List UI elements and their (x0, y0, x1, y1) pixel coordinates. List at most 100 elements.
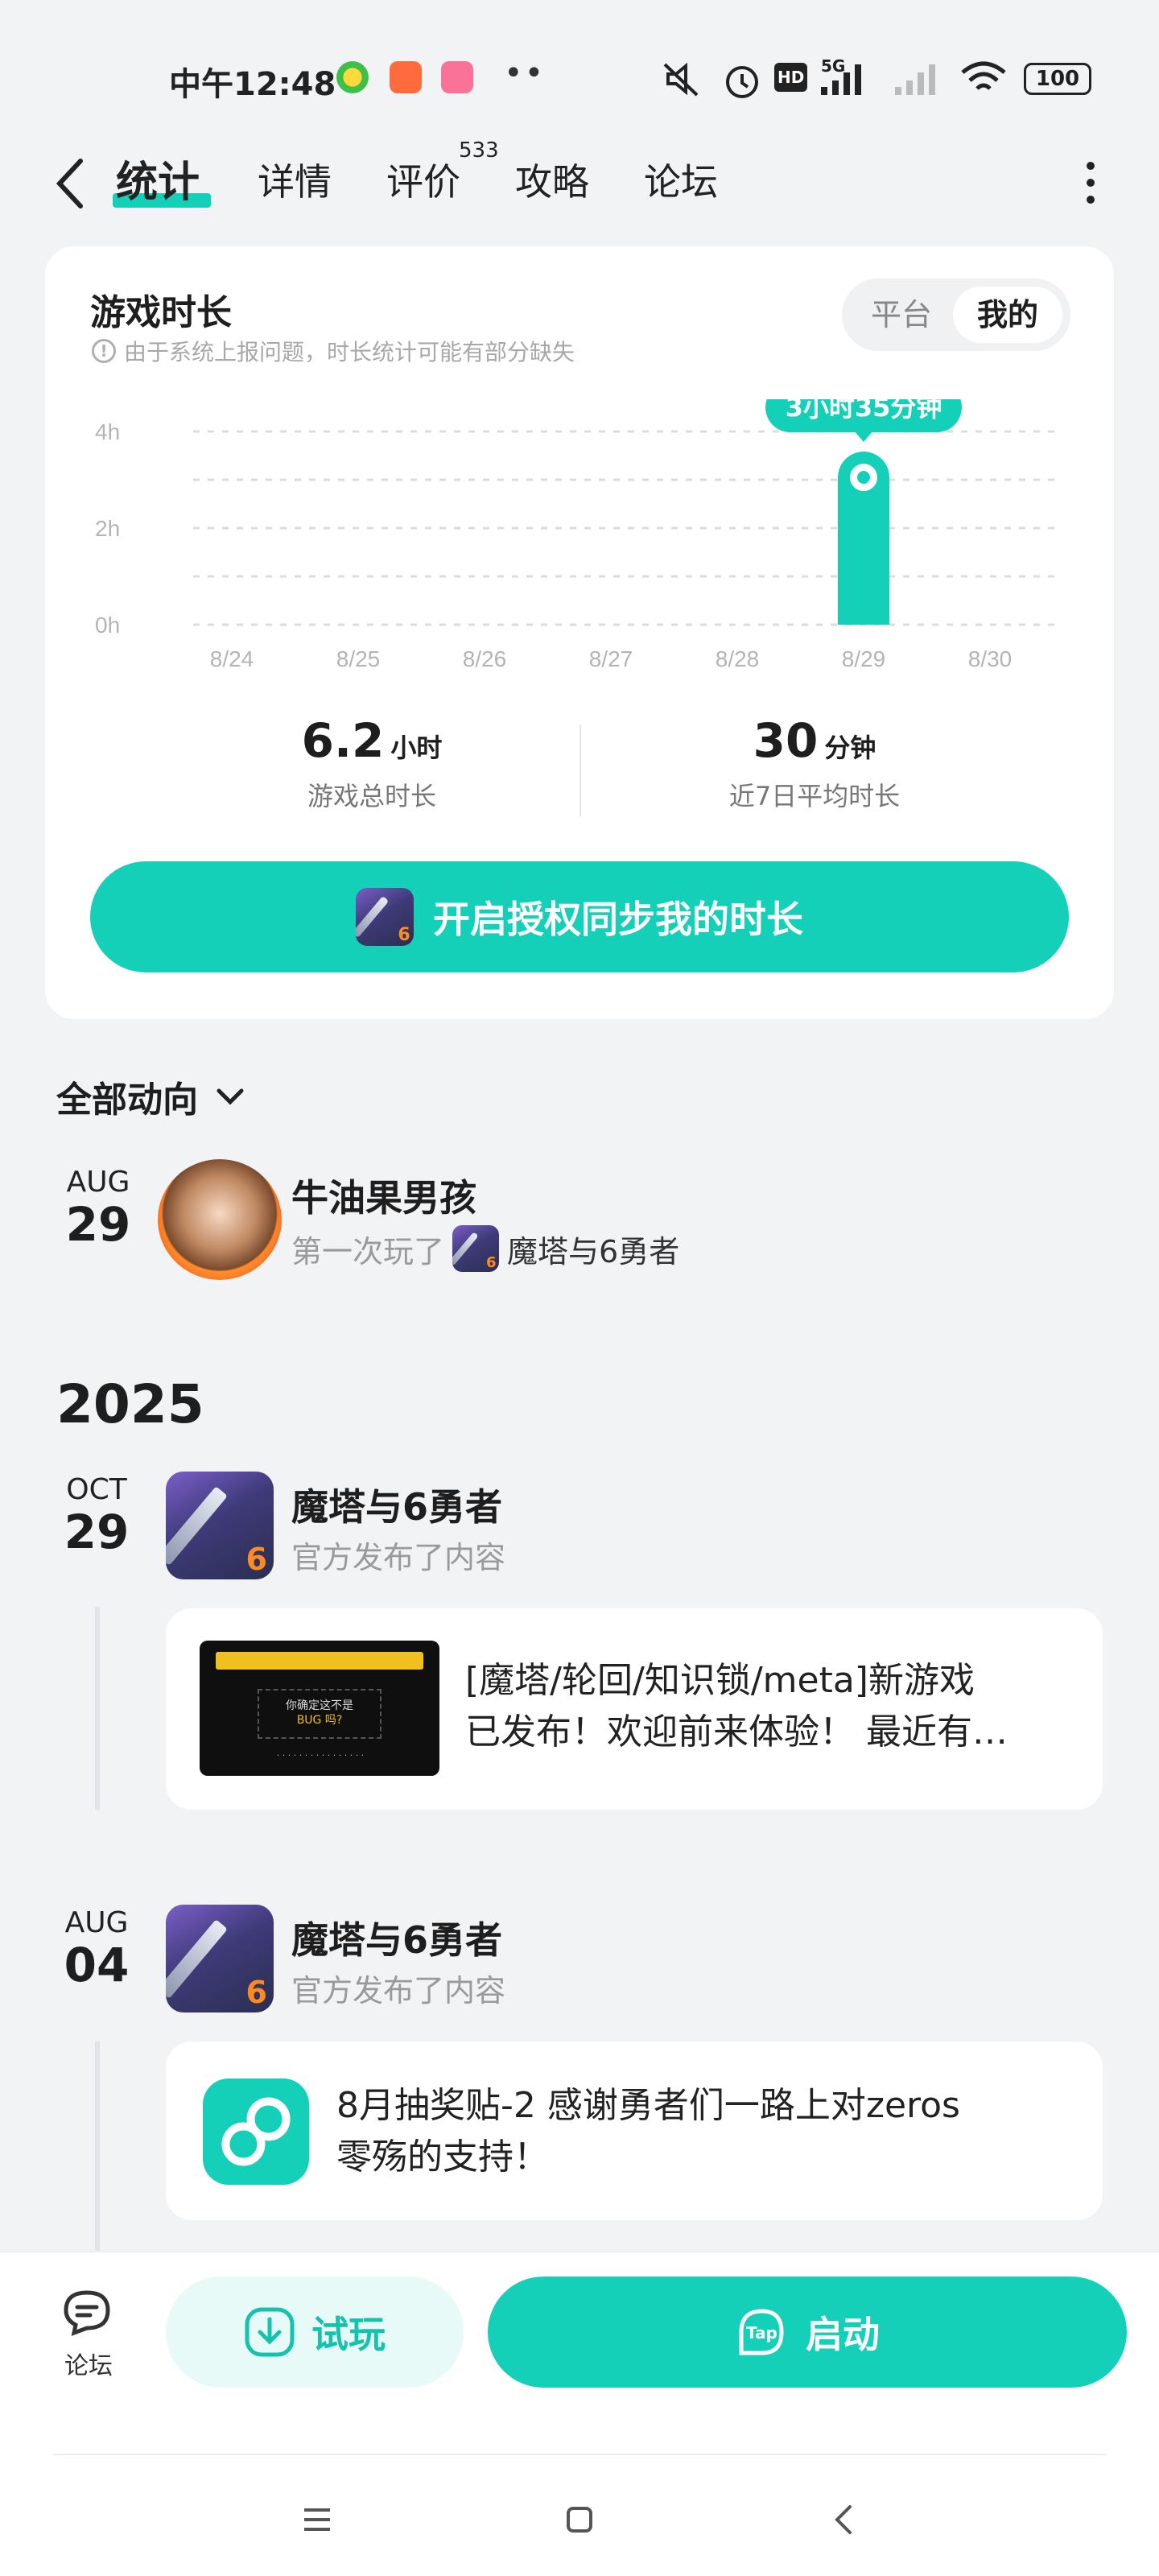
top-nav: 统计 详情 评价 533 攻略 论坛 (0, 138, 1159, 233)
x-tick-label: 8/27 (589, 646, 633, 671)
tab-stats[interactable]: 统计 (116, 148, 200, 208)
x-tick-label: 8/28 (716, 646, 760, 671)
notification-icon-1 (336, 61, 369, 93)
x-tick-label: 8/24 (210, 646, 254, 671)
playtime-card: 游戏时长 ! 由于系统上报问题，时长统计可能有部分缺失 平台 我的 0h 2h 4h… (45, 246, 1114, 1019)
avg-playtime-label: 近7日平均时长 (728, 781, 901, 811)
toggle-mine[interactable]: 我的 (953, 287, 1062, 343)
post-date: OCT 29 (56, 1473, 137, 1558)
tab-reviews[interactable]: 评价 (386, 153, 460, 206)
home-icon[interactable] (555, 2496, 604, 2544)
reviews-count-badge: 533 (459, 138, 499, 163)
avg-playtime-value: 30 (753, 713, 819, 768)
forum-shortcut[interactable]: 论坛 (56, 2288, 121, 2381)
game-icon: 6 (452, 1225, 500, 1272)
tab-details[interactable]: 详情 (258, 153, 332, 206)
year-heading: 2025 (56, 1373, 204, 1435)
download-icon (245, 2307, 295, 2357)
avatar[interactable] (158, 1159, 282, 1280)
wifi-icon (961, 61, 1006, 90)
svg-text:Tap: Tap (746, 2323, 777, 2343)
x-tick-label: 8/25 (336, 646, 381, 671)
highlight-label: 3小时35分钟 (786, 399, 942, 423)
total-playtime-label: 游戏总时长 (307, 781, 436, 811)
first-play-activity: 第一次玩了 6 魔塔与6勇者 (291, 1225, 679, 1272)
date-month: AUG (66, 1166, 130, 1199)
bilibili-icon (441, 61, 473, 93)
activity-text: 第一次玩了 (291, 1233, 445, 1269)
playtime-chart: 0h 2h 4h 8/24 8/25 8/26 8/27 8/28 8/29 8/30 3小时35分… (95, 399, 1062, 671)
toggle-platform[interactable]: 平台 (853, 287, 950, 343)
x-tick-label: 8/30 (968, 646, 1013, 671)
tap-icon: Tap (739, 2309, 784, 2355)
status-time: 中午12:48 (169, 66, 336, 103)
date-day: 29 (64, 1505, 130, 1559)
launch-label: 启动 (806, 2313, 880, 2356)
link-icon (203, 2079, 309, 2185)
launch-button[interactable]: Tap 启动 (488, 2277, 1127, 2388)
post-card[interactable]: 8月抽奖贴-2 感谢勇者们一路上对zeros 零殇的支持！ (166, 2041, 1103, 2220)
divider (53, 2454, 1106, 2455)
info-icon: ! (92, 339, 116, 363)
back-nav-icon[interactable] (821, 2496, 869, 2544)
game-name[interactable]: 魔塔与6勇者 (507, 1227, 679, 1271)
date-day: 29 (65, 1197, 131, 1252)
total-playtime-unit: 小时 (390, 733, 443, 763)
post-thumbnail: 你确定这不是 BUG 吗? · · · · · · · · · · · · · ·… (200, 1641, 439, 1776)
post-date: AUG 04 (56, 1906, 137, 1991)
avg-playtime-unit: 分钟 (824, 733, 876, 763)
game-icon[interactable]: 6 (166, 1905, 274, 2013)
playtime-note-text: 由于系统上报问题，时长统计可能有部分缺失 (124, 339, 575, 365)
chevron-down-icon (217, 1088, 244, 1105)
back-icon[interactable] (47, 151, 95, 216)
game-icon: 6 (356, 888, 414, 946)
battery-icon: 100 (1024, 63, 1091, 95)
tab-forum[interactable]: 论坛 (644, 153, 718, 206)
forum-icon (64, 2290, 110, 2336)
trial-button[interactable]: 试玩 (166, 2277, 464, 2388)
tab-guides[interactable]: 攻略 (515, 153, 589, 206)
mute-icon (663, 62, 699, 97)
highlight-pointer (854, 431, 873, 443)
forum-label: 论坛 (64, 2352, 113, 2380)
more-options-icon[interactable] (1079, 155, 1103, 211)
user-name[interactable]: 牛油果男孩 (291, 1169, 476, 1222)
date-month: OCT (66, 1473, 127, 1506)
post-text: 8月抽奖贴-2 感谢勇者们一路上对zeros 零殇的支持！ (336, 2085, 960, 2178)
post-author[interactable]: 魔塔与6勇者 (291, 1911, 502, 1964)
trial-label: 试玩 (311, 2313, 386, 2356)
post-card[interactable]: 你确定这不是 BUG 吗? · · · · · · · · · · · · · ·… (166, 1608, 1103, 1810)
post-subtitle: 官方发布了内容 (291, 1973, 506, 2008)
bottom-action-bar: 论坛 试玩 Tap 启动 (0, 2251, 1159, 2463)
post-text: [魔塔/轮回/知识锁/meta]新游戏 已发布！欢迎前来体验！ 最近有… (465, 1660, 1008, 1752)
y-tick-label: 2h (95, 516, 120, 541)
avg-playtime: 30 分钟 近7日平均时长 (605, 713, 1024, 813)
bar-dot-inner (857, 471, 870, 485)
date-day: 04 (64, 1938, 130, 1992)
first-play-date: AUG 29 (58, 1166, 138, 1250)
feed-filter-label: 全部动向 (56, 1080, 198, 1121)
post-author[interactable]: 魔塔与6勇者 (291, 1478, 502, 1531)
date-month: AUG (64, 1906, 129, 1939)
stat-divider (580, 724, 581, 816)
playtime-note: ! 由于系统上报问题，时长统计可能有部分缺失 (92, 335, 575, 367)
game-icon[interactable]: 6 (166, 1472, 274, 1579)
x-tick-label: 8/26 (463, 646, 507, 671)
hd-icon: HD (774, 63, 808, 92)
alarm-icon (726, 66, 758, 98)
system-nav-bar (0, 2463, 1159, 2576)
y-tick-label: 4h (95, 419, 120, 444)
timeline-line (95, 1607, 100, 1810)
more-notifications-icon: •• (504, 55, 546, 92)
source-toggle: 平台 我的 (842, 279, 1070, 351)
sync-playtime-button[interactable]: 6 开启授权同步我的时长 (90, 861, 1069, 972)
menu-icon[interactable] (293, 2496, 341, 2544)
x-tick-label: 8/29 (842, 646, 886, 671)
sync-playtime-label: 开启授权同步我的时长 (433, 898, 803, 941)
signal-icon (821, 64, 861, 95)
status-bar: 中午12:48 •• HD 5G 100 (0, 0, 1159, 145)
bar-base (838, 592, 889, 625)
y-tick-label: 0h (95, 613, 120, 638)
feed-filter-dropdown[interactable]: 全部动向 (56, 1071, 246, 1122)
notification-icon-2 (390, 61, 422, 93)
